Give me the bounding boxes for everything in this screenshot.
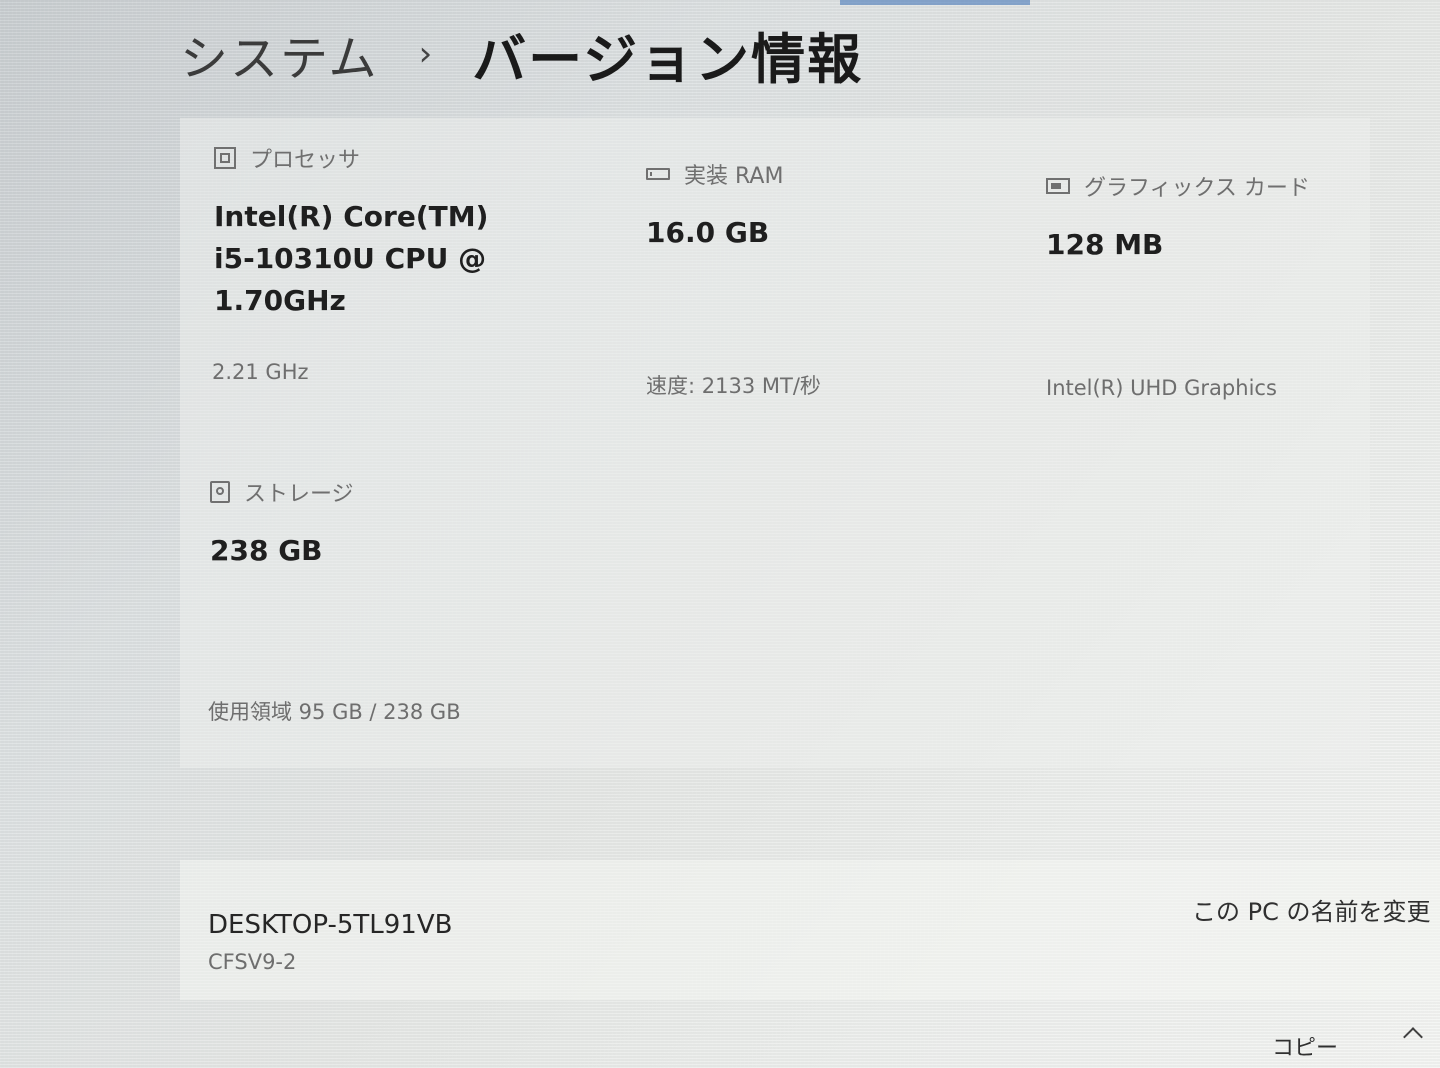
device-name: DESKTOP-5TL91VB	[208, 910, 453, 940]
spec-storage-usage: 使用領域 95 GB / 238 GB	[208, 700, 461, 724]
spec-storage-header: ストレージ	[210, 476, 354, 508]
gpu-icon	[1046, 178, 1070, 194]
spec-processor-value-line: Intel(R) Core(TM)	[214, 200, 489, 233]
spec-processor-header: プロセッサ	[214, 142, 488, 174]
spec-processor-value: Intel(R) Core(TM) i5-10310U CPU @ 1.70GH…	[214, 196, 488, 322]
chevron-up-icon	[1403, 1027, 1423, 1047]
spec-ram-speed: 速度: 2133 MT/秒	[646, 374, 821, 398]
spec-processor-speed: 2.21 GHz	[212, 360, 309, 384]
rename-pc-button[interactable]: この PC の名前を変更	[1192, 892, 1431, 927]
ram-icon	[646, 168, 670, 180]
spec-graphics: グラフィックス カード 128 MB	[1046, 170, 1310, 266]
top-accent-bar	[840, 0, 1030, 5]
spec-ram: 実装 RAM 16.0 GB	[646, 158, 783, 254]
spec-storage: ストレージ 238 GB	[210, 476, 354, 572]
spec-processor-value-line: 1.70GHz	[214, 284, 346, 317]
spec-graphics-name: Intel(R) UHD Graphics	[1046, 376, 1277, 400]
spec-processor-label: プロセッサ	[250, 148, 361, 173]
device-model: CFSV9-2	[208, 950, 297, 974]
spec-storage-value: 238 GB	[210, 534, 323, 567]
chip-icon	[214, 147, 236, 169]
spec-graphics-label: グラフィックス カード	[1084, 176, 1310, 201]
spec-ram-value: 16.0 GB	[646, 216, 770, 249]
spec-ram-header: 実装 RAM	[646, 158, 783, 190]
page-title: バージョン情報	[472, 27, 864, 91]
disk-icon	[210, 481, 230, 503]
spec-storage-label: ストレージ	[244, 482, 354, 507]
collapse-section-button[interactable]	[1398, 1020, 1428, 1050]
spec-processor-value-line: i5-10310U CPU @	[214, 242, 487, 275]
breadcrumb-separator-icon: ›	[418, 34, 433, 74]
breadcrumb: システム › バージョン情報	[180, 14, 863, 94]
breadcrumb-system[interactable]: システム	[180, 19, 379, 89]
spec-graphics-header: グラフィックス カード	[1046, 170, 1310, 202]
copy-button[interactable]: コピー	[1272, 1030, 1338, 1062]
spec-processor: プロセッサ Intel(R) Core(TM) i5-10310U CPU @ …	[214, 142, 488, 322]
spec-ram-label: 実装 RAM	[684, 164, 784, 189]
spec-graphics-value: 128 MB	[1046, 228, 1164, 261]
